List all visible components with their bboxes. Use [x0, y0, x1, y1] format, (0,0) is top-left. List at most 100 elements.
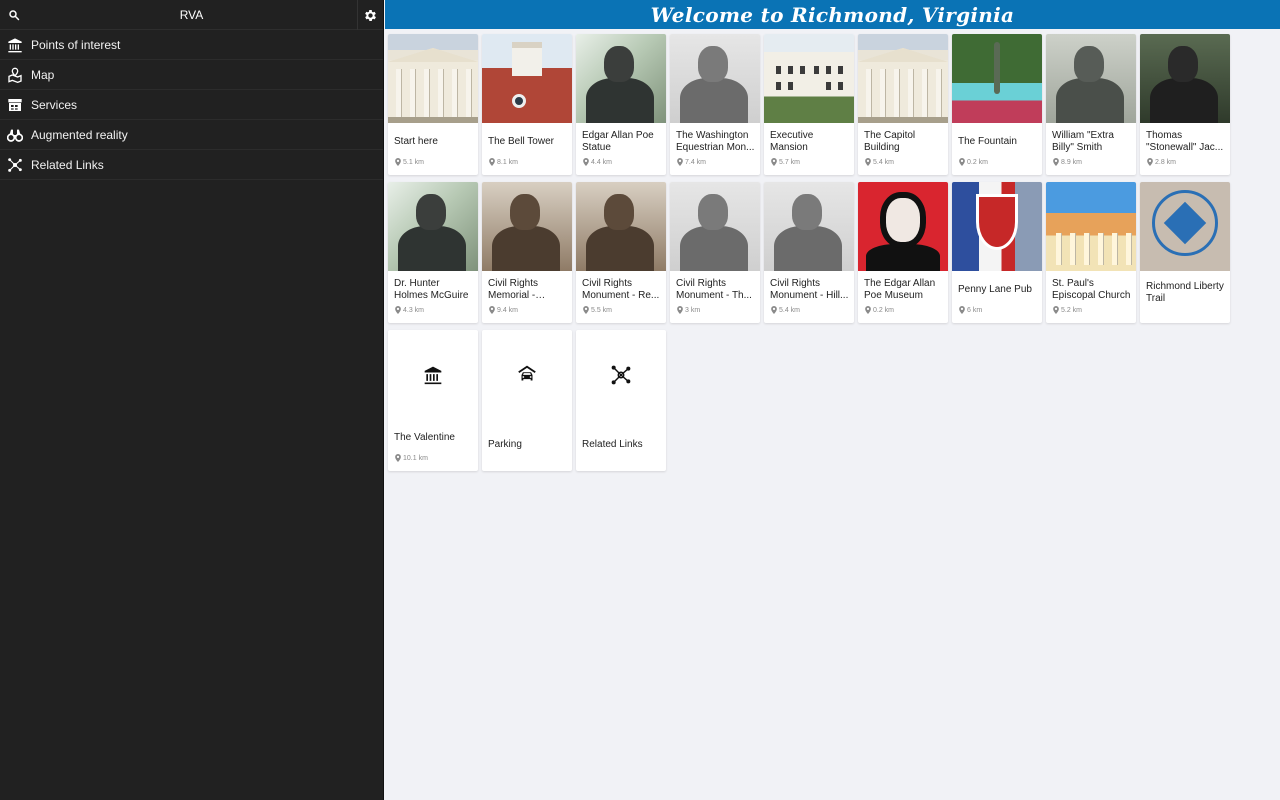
poi-card-capitol-building[interactable]: The Capitol Building 5.4 km — [858, 34, 948, 175]
poi-photo — [1140, 34, 1230, 123]
poi-card-executive-mansion[interactable]: Executive Mansion 5.7 km — [764, 34, 854, 175]
drawer-header: RVA — [0, 0, 383, 30]
poi-distance: 5.5 km — [583, 306, 612, 314]
location-pin-icon — [395, 454, 401, 462]
poi-card-liberty-trail[interactable]: Richmond Liberty Trail — [1140, 182, 1230, 323]
map-icon — [0, 60, 30, 90]
poi-photo — [952, 34, 1042, 123]
poi-title: Civil Rights Monument - Th... — [676, 277, 752, 302]
poi-title: St. Paul's Episcopal Church — [1052, 277, 1131, 302]
side-drawer: RVA Points of interest Map Services Augm… — [0, 0, 384, 800]
poi-card-the-valentine[interactable]: The Valentine 10.1 km — [388, 330, 478, 471]
poi-photo — [952, 182, 1042, 271]
poi-photo — [576, 182, 666, 271]
poi-title: The Capitol Building — [864, 129, 916, 154]
poi-card-extra-billy-smith[interactable]: William "Extra Billy" Smith 8.9 km — [1046, 34, 1136, 175]
location-pin-icon — [489, 158, 495, 166]
poi-distance: 2.8 km — [1147, 158, 1176, 166]
poi-icon-area — [576, 330, 666, 420]
poi-photo — [764, 34, 854, 123]
poi-icon-area — [482, 330, 572, 420]
sidebar-item-label: Augmented reality — [31, 127, 128, 142]
location-pin-icon — [771, 158, 777, 166]
sidebar-item-label: Map — [31, 67, 55, 82]
location-pin-icon — [959, 158, 965, 166]
poi-title: Related Links — [582, 438, 643, 450]
poi-card-st-pauls-church[interactable]: St. Paul's Episcopal Church 5.2 km — [1046, 182, 1136, 323]
poi-title: Richmond Liberty Trail — [1146, 280, 1224, 305]
poi-card-fountain[interactable]: The Fountain 0.2 km — [952, 34, 1042, 175]
poi-photo — [1046, 182, 1136, 271]
poi-distance: 5.2 km — [1053, 306, 1082, 314]
poi-title: The Bell Tower — [488, 135, 554, 147]
sidebar-item-related-links[interactable]: Related Links — [0, 150, 383, 180]
poi-photo — [388, 34, 478, 123]
poi-distance: 6 km — [959, 306, 982, 314]
poi-card-civil-rights-monument-hill[interactable]: Civil Rights Monument - Hill... 5.4 km — [764, 182, 854, 323]
poi-title: Start here — [394, 135, 438, 147]
poi-card-hunter-mcguire[interactable]: Dr. Hunter Holmes McGuire 4.3 km — [388, 182, 478, 323]
location-pin-icon — [677, 306, 683, 314]
poi-distance: 7.4 km — [677, 158, 706, 166]
poi-photo — [482, 34, 572, 123]
poi-photo — [1140, 182, 1230, 271]
poi-distance: 8.9 km — [1053, 158, 1082, 166]
sidebar-item-points-of-interest[interactable]: Points of interest — [0, 30, 383, 60]
poi-card-start-here[interactable]: Start here 5.1 km — [388, 34, 478, 175]
poi-photo — [388, 182, 478, 271]
search-icon[interactable] — [0, 0, 28, 30]
poi-card-bell-tower[interactable]: The Bell Tower 8.1 km — [482, 34, 572, 175]
poi-distance: 0.2 km — [865, 306, 894, 314]
location-pin-icon — [583, 306, 589, 314]
location-pin-icon — [395, 306, 401, 314]
poi-card-parking[interactable]: Parking — [482, 330, 572, 471]
poi-card-stonewall-jackson[interactable]: Thomas "Stonewall" Jac... 2.8 km — [1140, 34, 1230, 175]
poi-card-poe-museum[interactable]: The Edgar Allan Poe Museum 0.2 km — [858, 182, 948, 323]
sidebar-item-augmented-reality[interactable]: Augmented reality — [0, 120, 383, 150]
poi-photo — [670, 34, 760, 123]
poi-distance: 3 km — [677, 306, 700, 314]
poi-title: Civil Rights Monument - Re... — [582, 277, 660, 302]
location-pin-icon — [1053, 306, 1059, 314]
poi-title: The Edgar Allan Poe Museum — [864, 277, 936, 302]
poi-card-related-links[interactable]: Related Links — [576, 330, 666, 471]
app-title: RVA — [179, 7, 204, 22]
poi-photo — [858, 34, 948, 123]
location-pin-icon — [865, 306, 871, 314]
museum-icon — [0, 30, 30, 60]
poi-card-civil-rights-memorial-barb[interactable]: Civil Rights Memorial - Barb... 9.4 km — [482, 182, 572, 323]
museum-icon — [424, 366, 442, 385]
network-icon — [611, 365, 631, 385]
poi-title: The Valentine — [394, 431, 455, 443]
poi-distance: 5.4 km — [865, 158, 894, 166]
poi-distance: 4.4 km — [583, 158, 612, 166]
location-pin-icon — [1147, 158, 1153, 166]
poi-card-civil-rights-monument-th[interactable]: Civil Rights Monument - Th... 3 km — [670, 182, 760, 323]
sidebar-item-services[interactable]: Services — [0, 90, 383, 120]
poi-title: The Fountain — [958, 135, 1017, 147]
poi-card-civil-rights-monument-re[interactable]: Civil Rights Monument - Re... 5.5 km — [576, 182, 666, 323]
poi-card-penny-lane-pub[interactable]: Penny Lane Pub 6 km — [952, 182, 1042, 323]
app-header: Welcome to Richmond, Virginia — [385, 0, 1280, 29]
sidebar-item-map[interactable]: Map — [0, 60, 383, 90]
poi-photo — [670, 182, 760, 271]
poi-icon-area — [388, 330, 478, 420]
poi-card-washington-equestrian[interactable]: The Washington Equestrian Mon... 7.4 km — [670, 34, 760, 175]
poi-title: Civil Rights Memorial - Barb... — [488, 277, 539, 302]
poi-card-poe-statue[interactable]: Edgar Allan Poe Statue 4.4 km — [576, 34, 666, 175]
poi-title: Penny Lane Pub — [958, 283, 1032, 295]
network-icon — [0, 150, 30, 180]
sidebar-item-label: Points of interest — [31, 37, 121, 52]
poi-title: Executive Mansion — [770, 129, 814, 154]
gear-icon[interactable] — [357, 0, 383, 30]
poi-title: The Washington Equestrian Mon... — [676, 129, 755, 154]
poi-distance: 0.2 km — [959, 158, 988, 166]
poi-distance: 5.1 km — [395, 158, 424, 166]
binoculars-icon — [0, 120, 30, 150]
poi-distance: 5.7 km — [771, 158, 800, 166]
poi-grid: Start here 5.1 km The Bell Tower 8.1 km … — [388, 34, 1234, 471]
sidebar-item-label: Related Links — [31, 157, 104, 172]
poi-photo — [482, 182, 572, 271]
poi-title: Parking — [488, 438, 522, 450]
location-pin-icon — [959, 306, 965, 314]
